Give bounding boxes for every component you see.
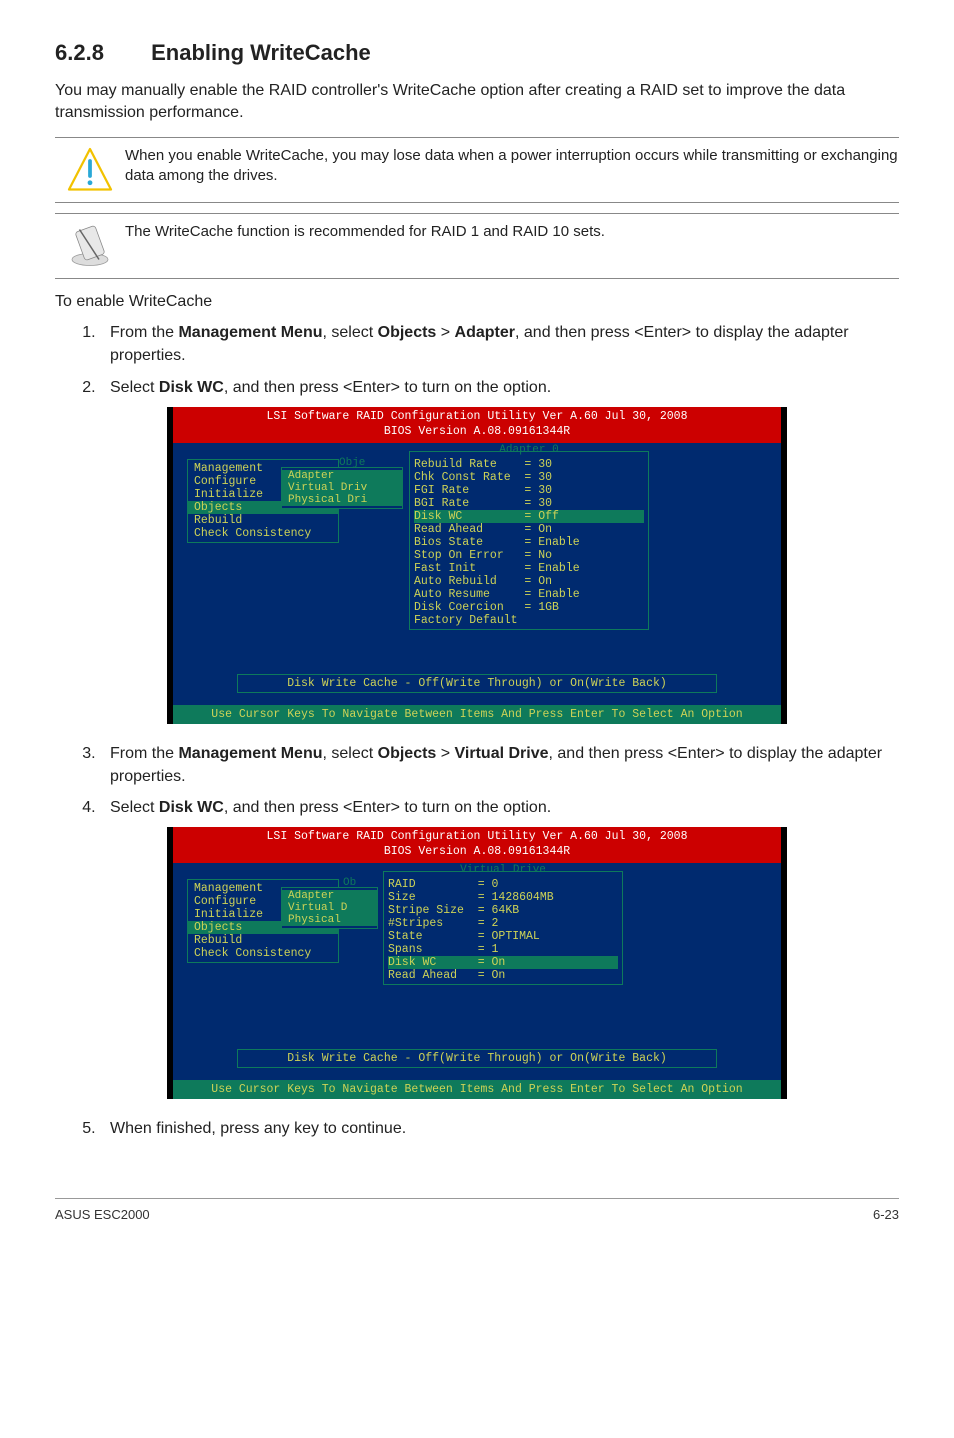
menu-check: Check Consistency (188, 527, 338, 540)
submenu-adapter: Adapter (282, 470, 402, 482)
prop-fast-init: Fast Init = Enable (414, 562, 644, 575)
steps-list: From the Management Menu, select Objects… (55, 321, 899, 399)
menu-rebuild: Rebuild (188, 514, 338, 527)
warning-icon (55, 146, 125, 194)
step-4: Select Disk WC, and then press <Enter> t… (100, 796, 899, 819)
status-bar: Disk Write Cache - Off(Write Through) or… (237, 674, 717, 693)
subheading: To enable WriteCache (55, 293, 899, 311)
submenu-adapter: Adapter (282, 890, 377, 902)
submenu-virtual: Virtual D (282, 902, 377, 914)
objects-submenu: Adapter Virtual Driv Physical Dri (281, 467, 403, 509)
bios-footer: Use Cursor Keys To Navigate Between Item… (167, 705, 787, 724)
intro-paragraph: You may manually enable the RAID control… (55, 80, 899, 123)
note-text: The WriteCache function is recommended f… (125, 222, 899, 242)
prop-bios-state: Bios State = Enable (414, 536, 644, 549)
menu-check: Check Consistency (188, 947, 338, 960)
menu-rebuild: Rebuild (188, 934, 338, 947)
props-heading: Adapter 0 (414, 444, 644, 448)
step-5: When finished, press any key to continue… (100, 1117, 899, 1140)
bios-header-line1: LSI Software RAID Configuration Utility … (167, 830, 787, 845)
prop-raid: RAID = 0 (388, 878, 618, 891)
prop-size: Size = 1428604MB (388, 891, 618, 904)
bios-header-line2: BIOS Version A.08.09161344R (167, 845, 787, 860)
section-heading: 6.2.8 Enabling WriteCache (55, 40, 899, 66)
adapter-properties: Adapter 0 Rebuild Rate = 30 Chk Const Ra… (409, 451, 649, 630)
bios-screenshot-2: LSI Software RAID Configuration Utility … (167, 827, 787, 1099)
bios-header: LSI Software RAID Configuration Utility … (167, 827, 787, 863)
section-number: 6.2.8 (55, 40, 145, 66)
section-title-text: Enabling WriteCache (151, 40, 371, 65)
prop-disk-wc: Disk WC = Off (414, 510, 644, 523)
prop-read-ahead: Read Ahead = On (414, 523, 644, 536)
steps-list-2: From the Management Menu, select Objects… (55, 742, 899, 820)
submenu-physical: Physical Dri (282, 494, 402, 506)
bios-body: Management Configure Initialize Objects … (167, 443, 787, 705)
prop-spans: Spans = 1 (388, 943, 618, 956)
submenu-physical: Physical (282, 914, 377, 926)
props-heading: Virtual Drive (388, 864, 618, 868)
steps-list-3: When finished, press any key to continue… (55, 1117, 899, 1140)
prop-rebuild-rate: Rebuild Rate = 30 (414, 458, 644, 471)
submenu-virtual: Virtual Driv (282, 482, 402, 494)
step-1: From the Management Menu, select Objects… (100, 321, 899, 367)
prop-bgi: BGI Rate = 30 (414, 497, 644, 510)
prop-disk-coercion: Disk Coercion = 1GB (414, 601, 644, 614)
document-page: 6.2.8 Enabling WriteCache You may manual… (0, 0, 954, 1168)
prop-stripe-size: Stripe Size = 64KB (388, 904, 618, 917)
prop-disk-wc: Disk WC = On (388, 956, 618, 969)
bios-footer: Use Cursor Keys To Navigate Between Item… (167, 1080, 787, 1099)
prop-fgi: FGI Rate = 30 (414, 484, 644, 497)
step-3: From the Management Menu, select Objects… (100, 742, 899, 788)
prop-chk-const: Chk Const Rate = 30 (414, 471, 644, 484)
footer-left: ASUS ESC2000 (55, 1207, 150, 1222)
prop-factory-default: Factory Default (414, 614, 644, 627)
virtual-drive-properties: Virtual Drive RAID = 0 Size = 1428604MB … (383, 871, 623, 985)
bios-header-line2: BIOS Version A.08.09161344R (167, 425, 787, 440)
prop-stripes: #Stripes = 2 (388, 917, 618, 930)
prop-state: State = OPTIMAL (388, 930, 618, 943)
note-icon (55, 222, 125, 270)
objects-submenu: Adapter Virtual D Physical (281, 887, 378, 929)
warning-text: When you enable WriteCache, you may lose… (125, 146, 899, 187)
prop-auto-rebuild: Auto Rebuild = On (414, 575, 644, 588)
page-footer: ASUS ESC2000 6-23 (55, 1198, 899, 1222)
bios-header: LSI Software RAID Configuration Utility … (167, 407, 787, 443)
step-2: Select Disk WC, and then press <Enter> t… (100, 376, 899, 399)
prop-auto-resume: Auto Resume = Enable (414, 588, 644, 601)
prop-stop-error: Stop On Error = No (414, 549, 644, 562)
footer-right: 6-23 (873, 1207, 899, 1222)
status-bar: Disk Write Cache - Off(Write Through) or… (237, 1049, 717, 1068)
prop-read-ahead: Read Ahead = On (388, 969, 618, 982)
note-callout: The WriteCache function is recommended f… (55, 213, 899, 279)
warning-callout: When you enable WriteCache, you may lose… (55, 137, 899, 203)
bios-body: Management Configure Initialize Objects … (167, 863, 787, 1080)
bios-screenshot-1: LSI Software RAID Configuration Utility … (167, 407, 787, 724)
bios-header-line1: LSI Software RAID Configuration Utility … (167, 410, 787, 425)
